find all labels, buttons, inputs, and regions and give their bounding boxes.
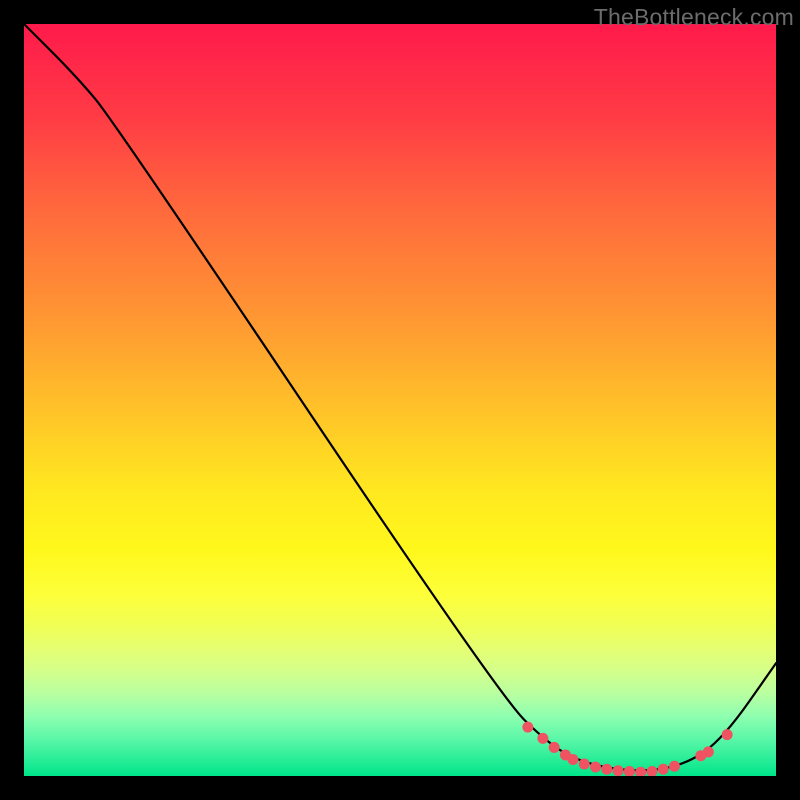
data-point	[703, 746, 714, 757]
bottleneck-curve	[24, 24, 776, 770]
data-point	[669, 761, 680, 772]
data-point	[522, 722, 533, 733]
chart-container: TheBottleneck.com	[0, 0, 800, 800]
data-point	[722, 729, 733, 740]
data-point	[579, 758, 590, 769]
data-point	[549, 742, 560, 753]
data-point	[635, 767, 646, 776]
data-point	[646, 766, 657, 776]
data-point	[695, 750, 706, 761]
curve-svg	[24, 24, 776, 776]
data-point	[658, 764, 669, 775]
data-point	[590, 761, 601, 772]
data-point	[537, 733, 548, 744]
plot-area	[24, 24, 776, 776]
watermark-label: TheBottleneck.com	[594, 4, 794, 31]
scatter-points	[522, 722, 732, 776]
data-point	[624, 766, 635, 776]
data-point	[567, 754, 578, 765]
data-point	[601, 764, 612, 775]
data-point	[560, 749, 571, 760]
data-point	[613, 765, 624, 776]
